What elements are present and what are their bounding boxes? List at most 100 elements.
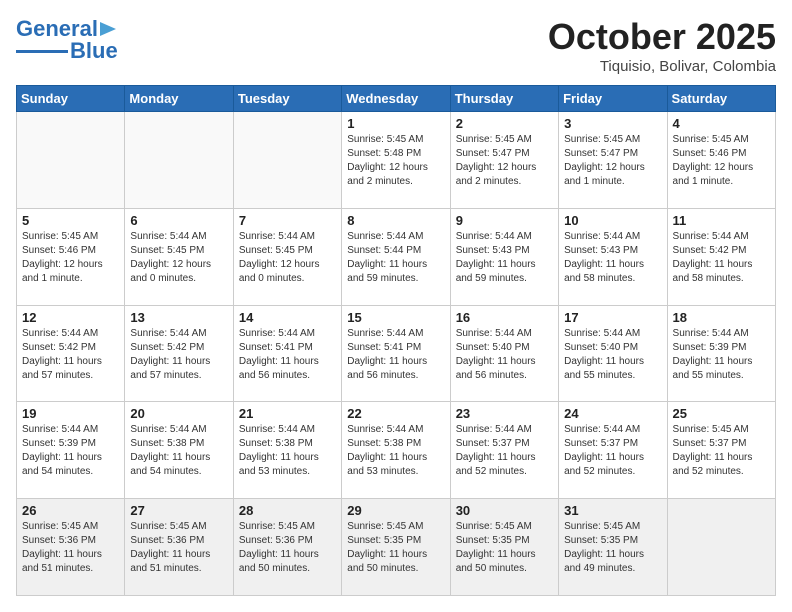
day-number: 3	[564, 116, 661, 131]
day-number: 1	[347, 116, 444, 131]
calendar-cell: 16Sunrise: 5:44 AM Sunset: 5:40 PM Dayli…	[450, 305, 558, 402]
day-number: 18	[673, 310, 770, 325]
calendar-week-4: 19 Sunrise: 5:44 AM Sunset: 5:39 PM Dayli…	[17, 402, 776, 499]
location-title: Tiquisio, Bolivar, Colombia	[548, 58, 776, 75]
calendar-cell: 29 Sunrise: 5:45 AM Sunset: 5:35 PM Dayli…	[342, 499, 450, 596]
day-number: 4	[673, 116, 770, 131]
day-number: 13	[130, 310, 227, 325]
logo-arrow-icon	[98, 18, 120, 40]
day-info: Sunrise: 5:45 AM Sunset: 5:46 PM Dayligh…	[22, 230, 119, 286]
day-info: Sunrise: 5:44 AM Sunset: 5:38 PM Dayligh…	[347, 423, 444, 479]
calendar-cell: 25 Sunrise: 5:45 AM Sunset: 5:37 PM Dayli…	[667, 402, 775, 499]
day-info: Sunrise: 5:44 AM Sunset: 5:41 PM Dayligh…	[239, 327, 336, 383]
weekday-header-saturday: Saturday	[667, 86, 775, 112]
day-info: Sunrise: 5:45 AM Sunset: 5:35 PM Dayligh…	[347, 520, 444, 576]
day-number: 12	[22, 310, 119, 325]
day-info: Sunrise: 5:45 AM Sunset: 5:36 PM Dayligh…	[22, 520, 119, 576]
weekday-header-sunday: Sunday	[17, 86, 125, 112]
calendar-week-1: 1 Sunrise: 5:45 AM Sunset: 5:48 PM Daylig…	[17, 112, 776, 209]
day-info: Sunrise: 5:45 AM Sunset: 5:48 PM Dayligh…	[347, 133, 444, 189]
day-number: 6	[130, 213, 227, 228]
calendar-cell: 26Sunrise: 5:45 AM Sunset: 5:36 PM Dayli…	[17, 499, 125, 596]
calendar-cell: 6 Sunrise: 5:44 AM Sunset: 5:45 PM Daylig…	[125, 208, 233, 305]
day-info: Sunrise: 5:44 AM Sunset: 5:39 PM Dayligh…	[22, 423, 119, 479]
day-number: 15	[347, 310, 444, 325]
day-number: 11	[673, 213, 770, 228]
calendar-cell: 10 Sunrise: 5:44 AM Sunset: 5:43 PM Dayli…	[559, 208, 667, 305]
day-number: 28	[239, 503, 336, 518]
month-title: October 2025	[548, 16, 776, 58]
calendar-week-2: 5Sunrise: 5:45 AM Sunset: 5:46 PM Daylig…	[17, 208, 776, 305]
calendar-cell: 17 Sunrise: 5:44 AM Sunset: 5:40 PM Dayli…	[559, 305, 667, 402]
day-number: 10	[564, 213, 661, 228]
calendar-cell: 23Sunrise: 5:44 AM Sunset: 5:37 PM Dayli…	[450, 402, 558, 499]
calendar-week-5: 26Sunrise: 5:45 AM Sunset: 5:36 PM Dayli…	[17, 499, 776, 596]
weekday-header-wednesday: Wednesday	[342, 86, 450, 112]
calendar-cell: 27Sunrise: 5:45 AM Sunset: 5:36 PM Dayli…	[125, 499, 233, 596]
day-number: 16	[456, 310, 553, 325]
day-number: 24	[564, 406, 661, 421]
weekday-header-friday: Friday	[559, 86, 667, 112]
day-number: 25	[673, 406, 770, 421]
day-info: Sunrise: 5:45 AM Sunset: 5:37 PM Dayligh…	[673, 423, 770, 479]
calendar-cell: 4 Sunrise: 5:45 AM Sunset: 5:46 PM Daylig…	[667, 112, 775, 209]
day-number: 17	[564, 310, 661, 325]
calendar-cell: 3 Sunrise: 5:45 AM Sunset: 5:47 PM Daylig…	[559, 112, 667, 209]
day-info: Sunrise: 5:44 AM Sunset: 5:45 PM Dayligh…	[239, 230, 336, 286]
day-info: Sunrise: 5:44 AM Sunset: 5:38 PM Dayligh…	[239, 423, 336, 479]
page: General Blue October 2025 Tiquisio, Boli…	[0, 0, 792, 612]
calendar-cell: 28Sunrise: 5:45 AM Sunset: 5:36 PM Dayli…	[233, 499, 341, 596]
day-number: 31	[564, 503, 661, 518]
day-info: Sunrise: 5:44 AM Sunset: 5:42 PM Dayligh…	[130, 327, 227, 383]
logo-blue: Blue	[70, 38, 118, 64]
weekday-header-thursday: Thursday	[450, 86, 558, 112]
day-number: 7	[239, 213, 336, 228]
calendar-cell: 5Sunrise: 5:45 AM Sunset: 5:46 PM Daylig…	[17, 208, 125, 305]
day-info: Sunrise: 5:45 AM Sunset: 5:35 PM Dayligh…	[564, 520, 661, 576]
calendar-cell: 12 Sunrise: 5:44 AM Sunset: 5:42 PM Dayli…	[17, 305, 125, 402]
calendar-cell: 7 Sunrise: 5:44 AM Sunset: 5:45 PM Daylig…	[233, 208, 341, 305]
calendar-cell	[17, 112, 125, 209]
day-number: 29	[347, 503, 444, 518]
day-number: 30	[456, 503, 553, 518]
day-info: Sunrise: 5:44 AM Sunset: 5:40 PM Dayligh…	[564, 327, 661, 383]
day-info: Sunrise: 5:44 AM Sunset: 5:45 PM Dayligh…	[130, 230, 227, 286]
day-info: Sunrise: 5:45 AM Sunset: 5:46 PM Dayligh…	[673, 133, 770, 189]
day-info: Sunrise: 5:44 AM Sunset: 5:37 PM Dayligh…	[456, 423, 553, 479]
calendar: SundayMondayTuesdayWednesdayThursdayFrid…	[16, 85, 776, 596]
calendar-cell: 30 Sunrise: 5:45 AM Sunset: 5:35 PM Dayli…	[450, 499, 558, 596]
logo: General Blue	[16, 16, 120, 64]
day-info: Sunrise: 5:44 AM Sunset: 5:37 PM Dayligh…	[564, 423, 661, 479]
title-block: October 2025 Tiquisio, Bolivar, Colombia	[548, 16, 776, 75]
day-number: 20	[130, 406, 227, 421]
calendar-cell: 14 Sunrise: 5:44 AM Sunset: 5:41 PM Dayli…	[233, 305, 341, 402]
day-number: 22	[347, 406, 444, 421]
day-info: Sunrise: 5:44 AM Sunset: 5:41 PM Dayligh…	[347, 327, 444, 383]
calendar-cell: 2Sunrise: 5:45 AM Sunset: 5:47 PM Daylig…	[450, 112, 558, 209]
calendar-cell	[667, 499, 775, 596]
day-info: Sunrise: 5:44 AM Sunset: 5:44 PM Dayligh…	[347, 230, 444, 286]
day-number: 21	[239, 406, 336, 421]
day-number: 9	[456, 213, 553, 228]
day-number: 19	[22, 406, 119, 421]
day-number: 14	[239, 310, 336, 325]
calendar-cell	[233, 112, 341, 209]
day-info: Sunrise: 5:44 AM Sunset: 5:43 PM Dayligh…	[564, 230, 661, 286]
calendar-cell: 24 Sunrise: 5:44 AM Sunset: 5:37 PM Dayli…	[559, 402, 667, 499]
calendar-cell: 13 Sunrise: 5:44 AM Sunset: 5:42 PM Dayli…	[125, 305, 233, 402]
calendar-cell	[125, 112, 233, 209]
calendar-cell: 31 Sunrise: 5:45 AM Sunset: 5:35 PM Dayli…	[559, 499, 667, 596]
header: General Blue October 2025 Tiquisio, Boli…	[16, 16, 776, 75]
day-info: Sunrise: 5:44 AM Sunset: 5:42 PM Dayligh…	[22, 327, 119, 383]
day-info: Sunrise: 5:45 AM Sunset: 5:47 PM Dayligh…	[564, 133, 661, 189]
calendar-cell: 11Sunrise: 5:44 AM Sunset: 5:42 PM Dayli…	[667, 208, 775, 305]
calendar-cell: 20Sunrise: 5:44 AM Sunset: 5:38 PM Dayli…	[125, 402, 233, 499]
calendar-cell: 18 Sunrise: 5:44 AM Sunset: 5:39 PM Dayli…	[667, 305, 775, 402]
calendar-cell: 21 Sunrise: 5:44 AM Sunset: 5:38 PM Dayli…	[233, 402, 341, 499]
day-info: Sunrise: 5:44 AM Sunset: 5:39 PM Dayligh…	[673, 327, 770, 383]
weekday-header-tuesday: Tuesday	[233, 86, 341, 112]
day-info: Sunrise: 5:45 AM Sunset: 5:35 PM Dayligh…	[456, 520, 553, 576]
calendar-cell: 19 Sunrise: 5:44 AM Sunset: 5:39 PM Dayli…	[17, 402, 125, 499]
calendar-cell: 15 Sunrise: 5:44 AM Sunset: 5:41 PM Dayli…	[342, 305, 450, 402]
calendar-cell: 1 Sunrise: 5:45 AM Sunset: 5:48 PM Daylig…	[342, 112, 450, 209]
